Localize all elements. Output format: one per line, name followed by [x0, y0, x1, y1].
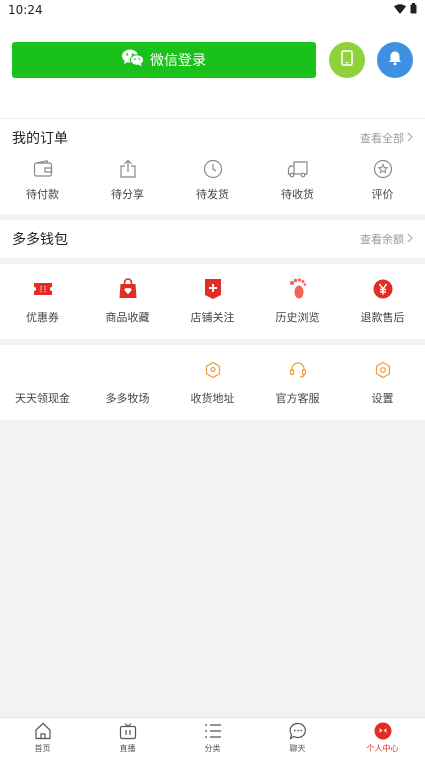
customer-service-button[interactable]: 官方客服 — [255, 345, 340, 420]
favorite-products-button[interactable]: 商品收藏 — [85, 264, 170, 339]
yen-icon — [372, 278, 394, 300]
settings-button[interactable]: 设置 — [340, 345, 425, 420]
chat-icon — [289, 722, 307, 742]
home-icon — [34, 722, 52, 742]
favorites-section: 优惠券 商品收藏 店铺关注 历史浏览 退款售后 — [0, 264, 425, 339]
wechat-login-label: 微信登录 — [150, 53, 206, 69]
clock-icon — [202, 158, 224, 180]
tab-chat[interactable]: 聊天 — [255, 718, 340, 757]
phone-icon — [341, 50, 353, 70]
footprint-icon — [287, 278, 309, 300]
order-pending-payment[interactable]: 待付款 — [0, 157, 85, 214]
profile-icon — [374, 722, 392, 742]
wallet-title: 多多钱包 — [12, 232, 68, 248]
browse-history-button[interactable]: 历史浏览 — [255, 264, 340, 339]
chevron-right-icon — [407, 233, 413, 246]
order-pending-share[interactable]: 待分享 — [85, 157, 170, 214]
order-review[interactable]: 评价 — [340, 157, 425, 214]
wechat-login-button[interactable]: 微信登录 — [12, 42, 316, 78]
bottom-tab-bar: 首页 直播 分类 聊天 个人中心 — [0, 717, 425, 757]
phone-login-button[interactable] — [329, 42, 365, 78]
daily-cash-button[interactable]: 天天领现金 — [0, 345, 85, 420]
coupon-icon — [32, 278, 54, 300]
share-icon — [117, 158, 139, 180]
order-pending-shipment[interactable]: 待发货 — [170, 157, 255, 214]
bag-heart-icon — [117, 278, 139, 300]
headset-icon — [287, 359, 309, 381]
tab-live[interactable]: 直播 — [85, 718, 170, 757]
tab-category[interactable]: 分类 — [170, 718, 255, 757]
review-icon — [372, 158, 394, 180]
wechat-icon — [122, 49, 144, 71]
wifi-icon — [394, 3, 406, 17]
settings-icon — [372, 359, 394, 381]
wallet-section[interactable]: 多多钱包 查看余额 — [0, 220, 425, 258]
location-icon — [202, 359, 224, 381]
tab-home[interactable]: 首页 — [0, 718, 85, 757]
coupon-button[interactable]: 优惠券 — [0, 264, 85, 339]
tab-profile[interactable]: 个人中心 — [340, 718, 425, 757]
status-bar: 10:24 — [0, 0, 425, 20]
notification-button[interactable] — [377, 42, 413, 78]
refund-service-button[interactable]: 退款售后 — [340, 264, 425, 339]
login-panel: 微信登录 — [0, 20, 425, 118]
duoduo-ranch-button[interactable]: 多多牧场 — [85, 345, 170, 420]
orders-title: 我的订单 — [12, 131, 68, 147]
truck-icon — [287, 158, 309, 180]
view-balance-link[interactable]: 查看余额 — [360, 231, 413, 247]
followed-shops-button[interactable]: 店铺关注 — [170, 264, 255, 339]
shop-plus-icon — [202, 278, 224, 300]
tv-icon — [119, 722, 137, 742]
list-icon — [204, 722, 222, 742]
status-time: 10:24 — [8, 3, 43, 17]
view-all-orders-link[interactable]: 查看全部 — [360, 130, 413, 146]
orders-section: 我的订单 查看全部 待付款 待分享 待发货 待收货 评价 — [0, 118, 425, 214]
order-pending-receipt[interactable]: 待收货 — [255, 157, 340, 214]
chevron-right-icon — [407, 132, 413, 145]
tools-section: 天天领现金 多多牧场 收货地址 官方客服 设置 — [0, 345, 425, 420]
wallet-icon — [32, 158, 54, 180]
battery-icon — [410, 3, 417, 17]
shipping-address-button[interactable]: 收货地址 — [170, 345, 255, 420]
bell-icon — [387, 50, 403, 70]
